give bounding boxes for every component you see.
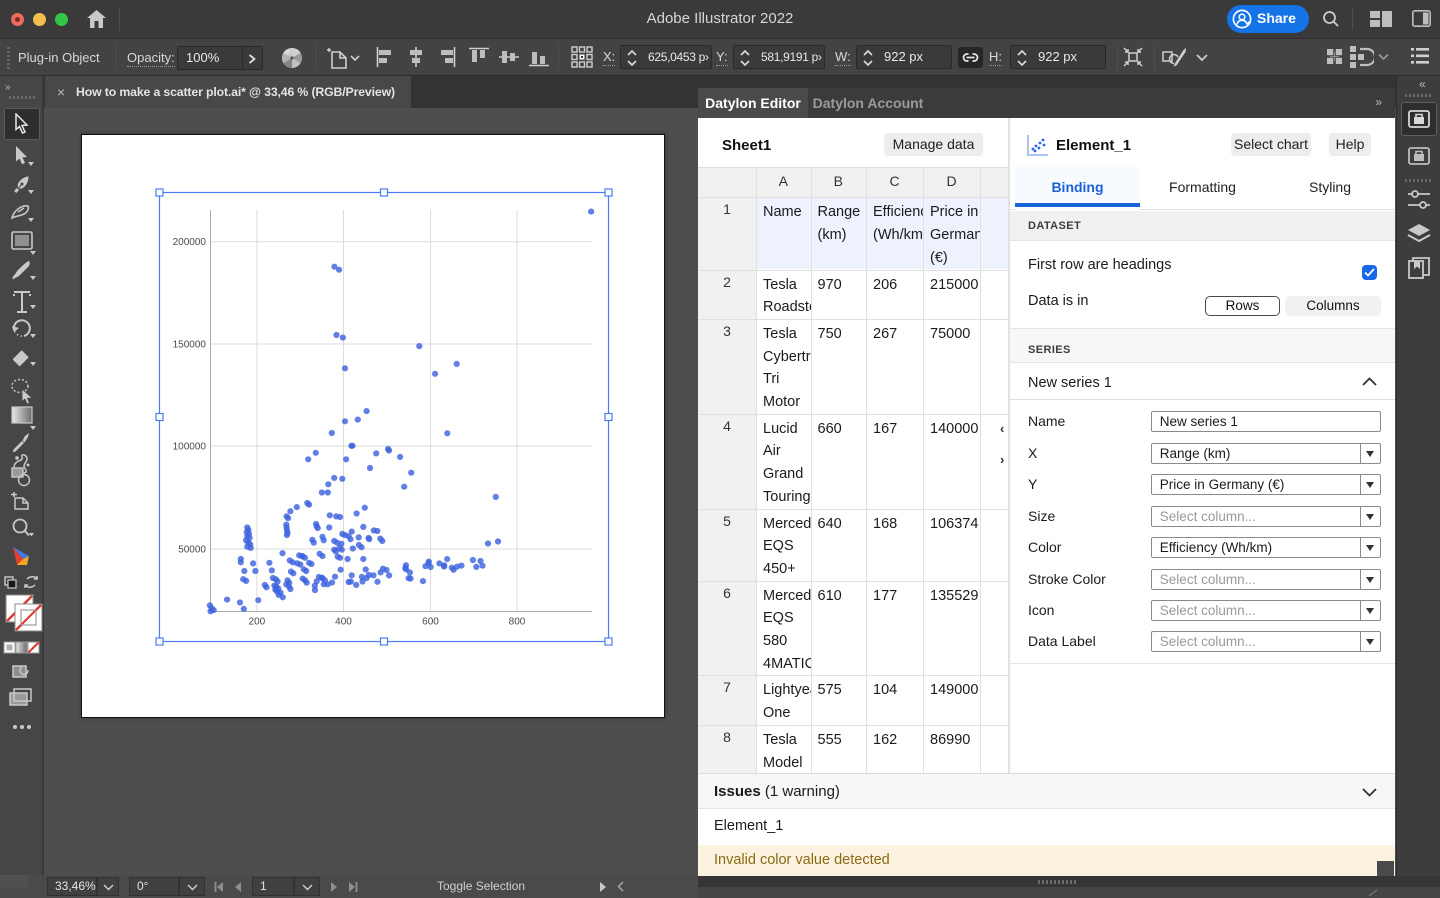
svg-text:200: 200	[249, 617, 266, 628]
svg-text:600: 600	[422, 617, 439, 628]
svg-text:100000: 100000	[173, 441, 207, 452]
svg-text:50000: 50000	[178, 544, 206, 555]
svg-text:150000: 150000	[173, 339, 207, 350]
svg-text:400: 400	[335, 617, 352, 628]
svg-text:800: 800	[509, 617, 526, 628]
svg-text:200000: 200000	[173, 237, 207, 248]
